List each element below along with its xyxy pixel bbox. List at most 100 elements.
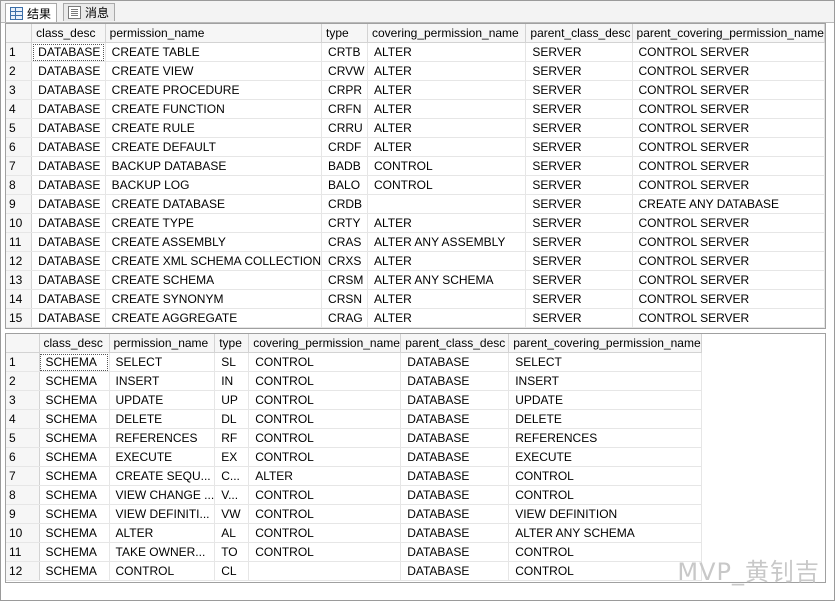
cell-permission-name[interactable]: ALTER [109,523,216,543]
row-number[interactable]: 2 [6,371,40,391]
cell-covering-permission-name[interactable]: ALTER [367,99,527,119]
row-number[interactable]: 11 [6,542,40,562]
row-number[interactable]: 4 [6,99,33,119]
column-header-covering-permission-name[interactable]: covering_permission_name [248,334,402,353]
row-number[interactable]: 3 [6,80,33,100]
cell-parent-class-desc[interactable]: SERVER [525,42,633,62]
table-row[interactable]: 4 SCHEMA DELETE DL CONTROL DATABASE DELETE [6,409,702,429]
cell-class-desc[interactable]: DATABASE [31,289,106,309]
table-row[interactable]: 8 DATABASE BACKUP LOG BALO CONTROL SERVER CONT… [6,175,825,195]
row-number[interactable]: 6 [6,137,33,157]
cell-type[interactable]: BALO [321,175,368,195]
cell-class-desc[interactable]: SCHEMA [39,523,110,543]
cell-parent-covering-permission-name[interactable]: CONTROL SERVER [632,156,825,176]
cell-parent-class-desc[interactable]: SERVER [525,175,633,195]
cell-parent-class-desc[interactable]: DATABASE [400,504,510,524]
table-row[interactable]: 3 SCHEMA UPDATE UP CONTROL DATABASE UPDATE [6,390,702,410]
cell-class-desc[interactable]: DATABASE [31,99,106,119]
cell-type[interactable]: CRVW [321,61,368,81]
table-row[interactable]: 2 SCHEMA INSERT IN CONTROL DATABASE INSERT [6,371,702,391]
cell-parent-class-desc[interactable]: DATABASE [400,447,510,467]
cell-type[interactable]: CRFN [321,99,368,119]
cell-parent-covering-permission-name[interactable]: CONTROL SERVER [632,137,825,157]
row-number-header[interactable] [6,334,40,353]
cell-class-desc[interactable]: DATABASE [31,270,106,290]
column-header-type[interactable]: type [321,24,368,43]
cell-covering-permission-name[interactable]: CONTROL [248,523,402,543]
row-number[interactable]: 11 [6,232,33,252]
cell-parent-class-desc[interactable]: SERVER [525,232,633,252]
tab-messages[interactable]: 消息 [63,3,116,21]
cell-type[interactable]: DL [214,409,250,429]
cell-class-desc[interactable]: DATABASE [31,232,106,252]
cell-covering-permission-name[interactable] [367,194,527,214]
cell-type[interactable]: CRAG [321,308,368,328]
cell-covering-permission-name[interactable]: ALTER [367,137,527,157]
cell-parent-covering-permission-name[interactable]: CONTROL [508,561,702,581]
row-number[interactable]: 9 [6,194,33,214]
cell-class-desc[interactable]: DATABASE [31,137,106,157]
cell-permission-name[interactable]: DELETE [109,409,216,429]
cell-class-desc[interactable]: SCHEMA [39,504,110,524]
table-row[interactable]: 1 SCHEMA SELECT SL CONTROL DATABASE SELECT [6,352,702,372]
cell-parent-class-desc[interactable]: SERVER [525,251,633,271]
cell-parent-covering-permission-name[interactable]: VIEW DEFINITION [508,504,702,524]
cell-class-desc[interactable]: SCHEMA [39,371,110,391]
cell-parent-covering-permission-name[interactable]: UPDATE [508,390,702,410]
cell-covering-permission-name[interactable]: ALTER ANY ASSEMBLY [367,232,527,252]
cell-class-desc[interactable]: DATABASE [31,194,106,214]
row-number[interactable]: 15 [6,308,33,328]
cell-parent-class-desc[interactable]: DATABASE [400,523,510,543]
cell-covering-permission-name[interactable]: CONTROL [248,428,402,448]
cell-permission-name[interactable]: REFERENCES [109,428,216,448]
cell-parent-class-desc[interactable]: SERVER [525,118,633,138]
cell-covering-permission-name[interactable]: CONTROL [248,504,402,524]
cell-covering-permission-name[interactable]: ALTER [367,80,527,100]
cell-parent-class-desc[interactable]: DATABASE [400,485,510,505]
cell-permission-name[interactable]: SELECT [109,352,216,372]
cell-type[interactable]: CRRU [321,118,368,138]
cell-type[interactable]: RF [214,428,250,448]
cell-class-desc[interactable]: SCHEMA [39,561,110,581]
table-row[interactable]: 6 DATABASE CREATE DEFAULT CRDF ALTER SERVER CO… [6,137,825,157]
cell-parent-class-desc[interactable]: SERVER [525,308,633,328]
cell-permission-name[interactable]: CREATE PROCEDURE [105,80,323,100]
row-number[interactable]: 10 [6,523,40,543]
cell-type[interactable]: IN [214,371,250,391]
cell-parent-covering-permission-name[interactable]: SELECT [508,352,702,372]
cell-parent-covering-permission-name[interactable]: CREATE ANY DATABASE [632,194,825,214]
cell-type[interactable]: CRTB [321,42,368,62]
cell-parent-class-desc[interactable]: SERVER [525,99,633,119]
cell-permission-name[interactable]: BACKUP DATABASE [105,156,323,176]
table-row[interactable]: 15 DATABASE CREATE AGGREGATE CRAG ALTER SERVE… [6,308,825,328]
cell-permission-name[interactable]: VIEW DEFINITI... [109,504,216,524]
cell-permission-name[interactable]: CREATE SYNONYM [105,289,323,309]
cell-class-desc[interactable]: DATABASE [31,308,106,328]
cell-class-desc[interactable]: DATABASE [31,61,106,81]
column-header-permission-name[interactable]: permission_name [105,24,323,43]
cell-parent-covering-permission-name[interactable]: CONTROL SERVER [632,99,825,119]
cell-parent-covering-permission-name[interactable]: CONTROL SERVER [632,175,825,195]
table-row[interactable]: 1 DATABASE CREATE TABLE CRTB ALTER SERVER CONT… [6,42,825,62]
cell-parent-covering-permission-name[interactable]: DELETE [508,409,702,429]
cell-type[interactable]: CRXS [321,251,368,271]
column-header-type[interactable]: type [214,334,250,353]
cell-permission-name[interactable]: EXECUTE [109,447,216,467]
cell-permission-name[interactable]: CREATE RULE [105,118,323,138]
column-header-covering-permission-name[interactable]: covering_permission_name [367,24,527,43]
cell-parent-covering-permission-name[interactable]: EXECUTE [508,447,702,467]
cell-class-desc[interactable]: SCHEMA [39,428,110,448]
cell-type[interactable]: EX [214,447,250,467]
cell-type[interactable]: CRAS [321,232,368,252]
table-row[interactable]: 5 DATABASE CREATE RULE CRRU ALTER SERVER CONTR… [6,118,825,138]
cell-parent-class-desc[interactable]: SERVER [525,270,633,290]
cell-type[interactable]: CRDB [321,194,368,214]
cell-parent-class-desc[interactable]: DATABASE [400,561,510,581]
cell-type[interactable]: BADB [321,156,368,176]
table-row[interactable]: 12 DATABASE CREATE XML SCHEMA COLLECTION CR… [6,251,825,271]
cell-class-desc[interactable]: SCHEMA [39,447,110,467]
cell-parent-class-desc[interactable]: SERVER [525,137,633,157]
cell-parent-covering-permission-name[interactable]: CONTROL SERVER [632,42,825,62]
cell-parent-class-desc[interactable]: SERVER [525,213,633,233]
row-number[interactable]: 9 [6,504,40,524]
